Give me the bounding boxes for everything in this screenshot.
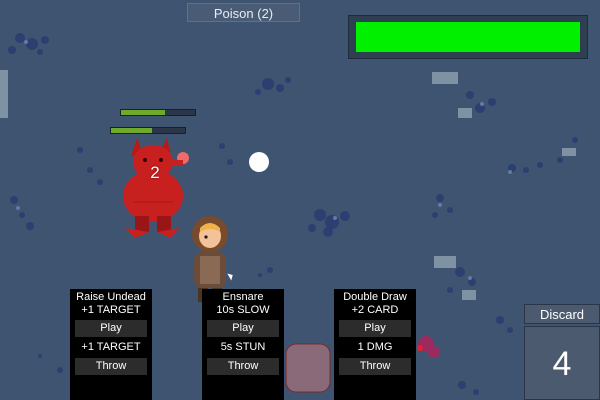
discard-pile[interactable]: 4 [524,326,600,400]
enemy-health-bar [120,109,196,116]
boss-health-fill [356,22,580,52]
boss-health-bar [348,15,588,59]
card-raise-undead[interactable]: Raise Undead +1 TARGET Play +1 TARGET Th… [70,289,152,400]
card-title: Raise Undead [76,291,146,303]
play-button[interactable]: Play [75,320,147,337]
card-throw-effect: 1 DMG [357,341,393,353]
card-effect: +1 TARGET [81,303,141,316]
discard-label: Discard [524,304,600,324]
card-throw-effect: 5s STUN [220,341,266,353]
status-effect-label: Poison (2) [187,3,300,22]
game-scene: Poison (2) 2 Raise Undead +1 TARGET Play… [0,0,600,400]
enemy-health-fill [121,110,166,115]
card-effect: +2 CARD [351,303,399,316]
card-title: Double Draw [343,291,407,303]
projectile-orb [249,152,269,172]
enemy-stack-count: 2 [150,163,160,182]
throw-button[interactable]: Throw [339,358,411,375]
card-ensnare[interactable]: Ensnare 10s SLOW Play 5s STUN Throw [202,289,284,400]
throw-button[interactable]: Throw [75,358,147,375]
play-button[interactable]: Play [339,320,411,337]
play-button[interactable]: Play [207,320,279,337]
red-demon-icon[interactable] [115,132,193,240]
card-double-draw[interactable]: Double Draw +2 CARD Play 1 DMG Throw [334,289,416,400]
card-throw-effect: +1 TARGET [81,341,141,353]
throw-button[interactable]: Throw [207,358,279,375]
card-effect: 10s SLOW [216,303,270,316]
card-title: Ensnare [222,291,264,303]
